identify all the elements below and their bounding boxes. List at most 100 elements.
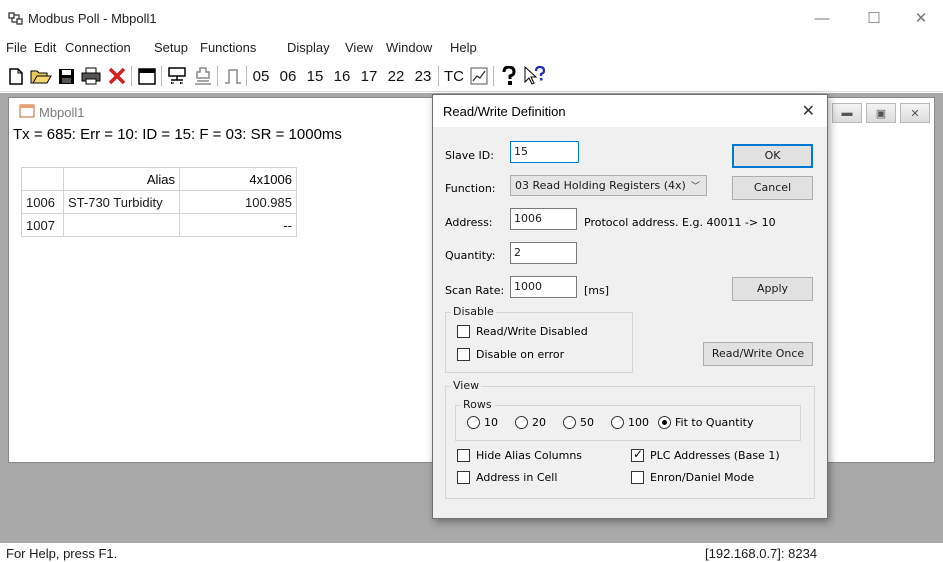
value-cell[interactable]: --	[179, 213, 297, 237]
print-icon[interactable]	[80, 65, 102, 87]
context-help-icon[interactable]	[522, 65, 546, 87]
value-cell[interactable]: 100.985	[179, 190, 297, 214]
function-select[interactable]: 03 Read Holding Registers (4x) ﹀	[510, 175, 707, 196]
rw-once-button[interactable]: Read/Write Once	[703, 342, 813, 366]
ok-button[interactable]: OK	[732, 144, 813, 168]
window-icon[interactable]	[136, 65, 158, 87]
open-folder-icon[interactable]	[30, 65, 52, 87]
monitor-icon[interactable]	[468, 65, 490, 87]
quantity-label: Quantity:	[445, 249, 496, 262]
menu-help[interactable]: Help	[450, 40, 477, 55]
close-button[interactable]: ✕	[899, 8, 943, 30]
help-icon[interactable]	[498, 65, 520, 87]
rows-50-label: 50	[580, 416, 594, 429]
fc23-button[interactable]: 23	[412, 65, 434, 87]
app-icon	[8, 12, 23, 25]
rows-50-radio[interactable]	[563, 416, 576, 429]
alias-cell[interactable]	[63, 213, 180, 237]
toolbar-separator	[217, 66, 218, 86]
read-write-definition-dialog[interactable]: Read/Write Definition ✕ Slave ID: 15 OK …	[432, 94, 828, 519]
rows-20-radio[interactable]	[515, 416, 528, 429]
scan-rate-input[interactable]: 1000	[510, 276, 577, 298]
child-maximize-button[interactable]: ▣	[866, 103, 896, 123]
enron-mode-label: Enron/Daniel Mode	[650, 471, 755, 484]
enron-mode-checkbox[interactable]	[631, 471, 644, 484]
fc06-button[interactable]: 06	[277, 65, 299, 87]
maximize-button[interactable]: ☐	[852, 8, 896, 30]
function-selected: 03 Read Holding Registers (4x)	[515, 179, 686, 192]
view-group-label: View	[451, 379, 482, 392]
disable-on-error-label: Disable on error	[476, 348, 565, 361]
connection-address: [192.168.0.7]: 8234	[705, 546, 818, 561]
fc22-button[interactable]: 22	[385, 65, 407, 87]
document-icon	[19, 104, 35, 118]
row-address: 1007	[21, 213, 64, 237]
poll-status-line: Tx = 685: Err = 10: ID = 15: F = 03: SR …	[13, 126, 342, 143]
address-in-cell-label: Address in Cell	[476, 471, 558, 484]
menu-functions[interactable]: Functions	[200, 40, 256, 55]
register-table: Alias 4x1006 1006 ST-730 Turbidity 100.9…	[21, 167, 297, 237]
disable-on-error-checkbox[interactable]	[457, 348, 470, 361]
rows-100-radio[interactable]	[611, 416, 624, 429]
child-title: Mbpoll1	[39, 105, 85, 120]
table-row[interactable]: 1006 ST-730 Turbidity 100.985	[21, 190, 297, 214]
rows-100-label: 100	[628, 416, 649, 429]
fc05-button[interactable]: 05	[250, 65, 272, 87]
rows-fit-radio[interactable]	[658, 416, 671, 429]
toolbar: 05 06 15 16 17 22 23 TC	[0, 60, 943, 92]
minimize-button[interactable]: —	[800, 8, 844, 30]
rows-10-radio[interactable]	[467, 416, 480, 429]
menu-window[interactable]: Window	[386, 40, 432, 55]
menu-connection[interactable]: Connection	[65, 40, 131, 55]
cancel-button[interactable]: Cancel	[732, 176, 813, 200]
quantity-input[interactable]: 2	[510, 242, 577, 264]
address-input[interactable]: 1006	[510, 208, 577, 230]
menu-edit[interactable]: Edit	[34, 40, 56, 55]
dialog-title-bar: Read/Write Definition ✕	[433, 95, 827, 127]
pulse-icon[interactable]	[222, 65, 244, 87]
address-label: Address:	[445, 216, 493, 229]
fc15-button[interactable]: 15	[304, 65, 326, 87]
table-row[interactable]: 1007 --	[21, 213, 297, 237]
new-file-icon[interactable]	[6, 65, 26, 87]
rw-disabled-label: Read/Write Disabled	[476, 325, 588, 338]
toolbar-separator	[246, 66, 247, 86]
alias-cell[interactable]: ST-730 Turbidity	[63, 190, 180, 214]
dialog-close-icon[interactable]: ✕	[802, 101, 815, 120]
menu-view[interactable]: View	[345, 40, 373, 55]
fc16-button[interactable]: 16	[331, 65, 353, 87]
fc17-button[interactable]: 17	[358, 65, 380, 87]
child-close-button[interactable]: ✕	[900, 103, 930, 123]
help-hint: For Help, press F1.	[6, 546, 118, 561]
title-bar: Modbus Poll - Mbpoll1 — ☐ ✕	[0, 0, 943, 38]
tc-button[interactable]: TC	[442, 65, 466, 87]
child-minimize-button[interactable]: ▬	[832, 103, 862, 123]
disable-group	[445, 312, 633, 373]
menu-display[interactable]: Display	[287, 40, 330, 55]
slave-id-input[interactable]: 15	[510, 141, 579, 163]
row-address: 1006	[21, 190, 64, 214]
scan-rate-unit: [ms]	[584, 284, 610, 297]
corner-cell	[21, 167, 64, 191]
menu-setup[interactable]: Setup	[154, 40, 188, 55]
plc-addresses-checkbox[interactable]	[631, 447, 644, 462]
disable-group-label: Disable	[451, 305, 496, 318]
address-in-cell-checkbox[interactable]	[457, 471, 470, 484]
connect-icon[interactable]	[166, 65, 188, 87]
status-bar: For Help, press F1. [192.168.0.7]: 8234	[0, 543, 943, 562]
table-header-row: Alias 4x1006	[21, 167, 297, 191]
menu-file[interactable]: File	[6, 40, 27, 55]
toolbar-separator	[438, 66, 439, 86]
alias-column-header: Alias	[63, 167, 180, 191]
rows-group-label: Rows	[461, 398, 494, 411]
dialog-title: Read/Write Definition	[443, 104, 566, 119]
rw-disabled-checkbox[interactable]	[457, 325, 470, 338]
hide-alias-checkbox[interactable]	[457, 449, 470, 462]
save-icon[interactable]	[56, 65, 76, 87]
menu-bar: File Edit Connection Setup Functions Dis…	[0, 38, 943, 60]
apply-button[interactable]: Apply	[732, 277, 813, 301]
disconnect-icon[interactable]	[192, 65, 214, 87]
toolbar-separator	[161, 66, 162, 86]
toolbar-separator	[131, 66, 132, 86]
delete-icon[interactable]	[106, 65, 128, 87]
